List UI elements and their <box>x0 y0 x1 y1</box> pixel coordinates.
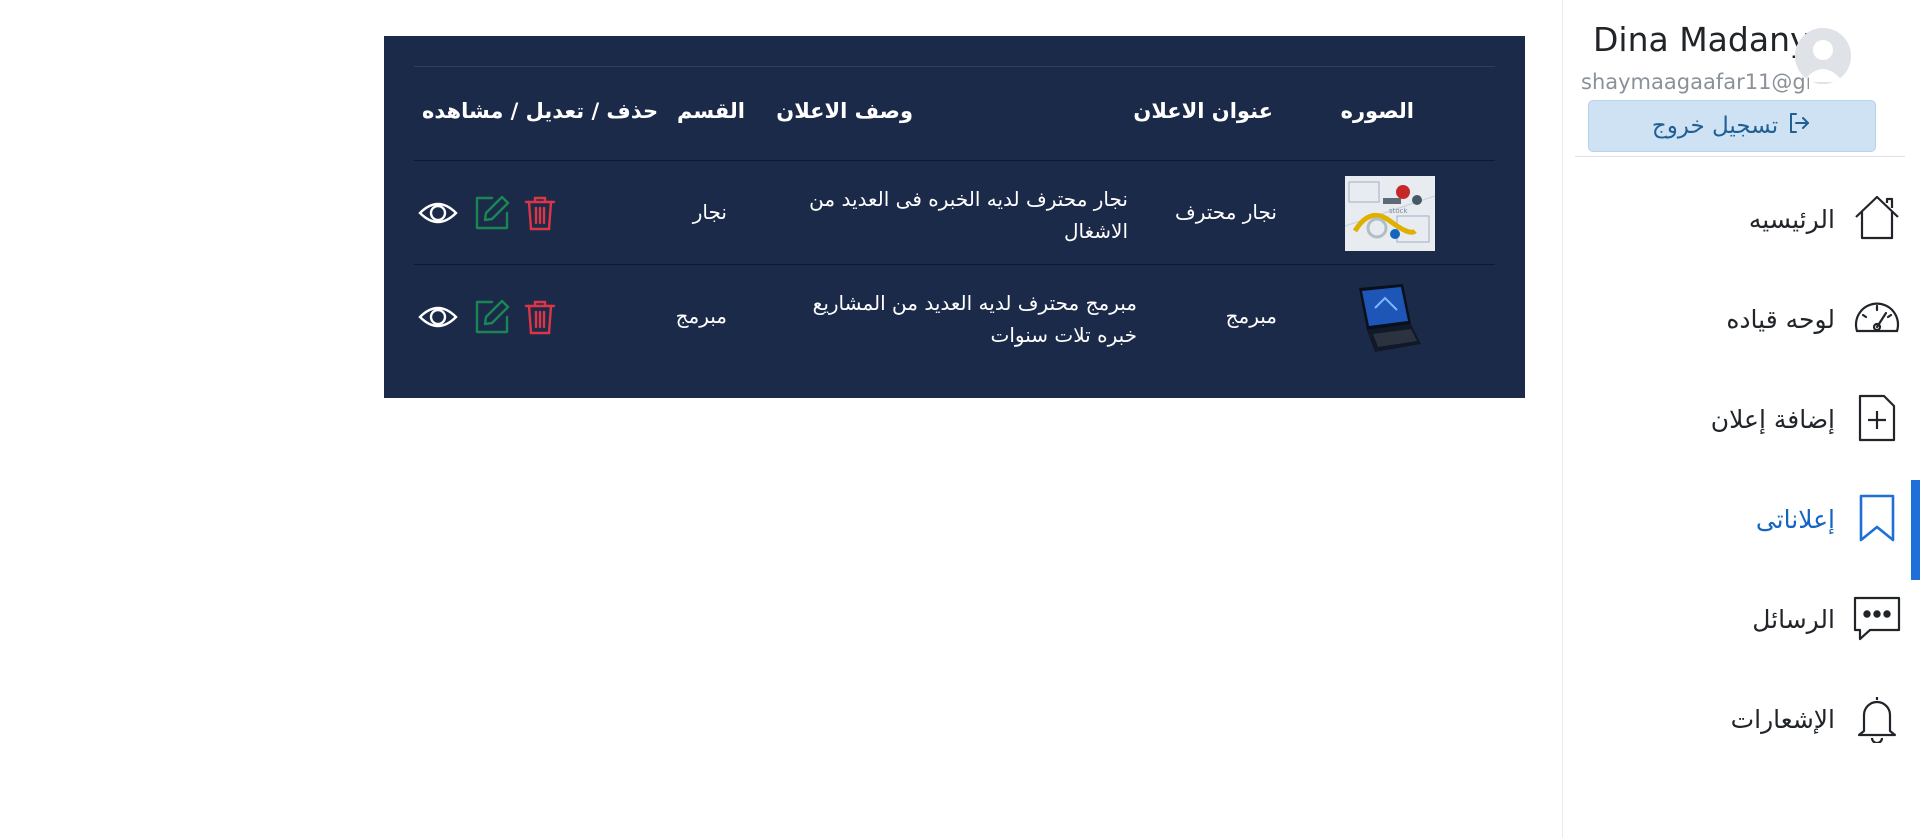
ad-category-cell: مبرمج <box>675 304 727 328</box>
house-icon <box>1852 193 1902 243</box>
header-description: وصف الاعلان <box>776 99 913 123</box>
file-plus-icon <box>1852 393 1902 443</box>
eye-icon[interactable] <box>418 297 458 337</box>
edit-icon[interactable] <box>472 193 512 233</box>
sign-out-icon <box>1786 110 1812 142</box>
ad-category-cell: نجار <box>692 200 727 224</box>
ads-table-panel: الصوره عنوان الاعلان وصف الاعلان القسم ح… <box>384 36 1525 398</box>
eye-icon[interactable] <box>418 193 458 233</box>
sidebar-item-messages[interactable]: الرسائل <box>1562 585 1920 665</box>
sidebar-divider <box>1575 156 1905 157</box>
header-category: القسم <box>676 99 745 123</box>
row-actions <box>414 193 574 233</box>
bell-icon <box>1852 693 1902 743</box>
sidebar-item-home[interactable]: الرئيسيه <box>1562 185 1920 265</box>
header-actions: حذف / تعديل / مشاهده <box>422 99 659 123</box>
logout-label: تسجيل خروج <box>1651 113 1779 139</box>
svg-text:stock: stock <box>1389 207 1409 215</box>
trash-icon[interactable] <box>520 193 560 233</box>
ad-image-laptop[interactable] <box>1345 280 1435 355</box>
sidebar-item-label: إعلاناتى <box>1755 505 1835 534</box>
table-header-row: الصوره عنوان الاعلان وصف الاعلان القسم ح… <box>414 67 1495 161</box>
sidebar-item-label: إضافة إعلان <box>1710 405 1835 434</box>
logout-button[interactable]: تسجيل خروج <box>1588 100 1876 152</box>
ad-image-tools[interactable]: stock <box>1345 176 1435 251</box>
ad-description-cell: مبرمج محترف لديه العديد من المشاريع خبره… <box>812 291 1137 347</box>
bookmark-icon <box>1852 493 1902 543</box>
laptop-thumbnail-icon <box>1345 280 1435 355</box>
sidebar: Dina Madany shaymaagaafar11@gmai تسجيل خ… <box>1562 0 1920 838</box>
speedometer-icon <box>1852 293 1902 343</box>
sidebar-item-label: لوحه قياده <box>1726 305 1835 334</box>
tools-thumbnail-icon: stock <box>1345 176 1435 251</box>
table-row: stock نجار محترف نجار محترف لديه الخبره … <box>414 161 1495 265</box>
ad-title-cell: مبرمج <box>1225 304 1277 328</box>
table-row: مبرمج مبرمج محترف لديه العديد من المشاري… <box>414 265 1495 369</box>
row-actions <box>414 297 574 337</box>
chat-dots-icon <box>1852 593 1902 643</box>
header-title: عنوان الاعلان <box>1133 99 1273 123</box>
profile-email: shaymaagaafar11@gmai <box>1581 70 1809 94</box>
profile-name: Dina Madany <box>1593 20 1810 59</box>
sidebar-item-label: الإشعارات <box>1730 705 1835 734</box>
header-image: الصوره <box>1340 99 1414 123</box>
sidebar-item-my-ads[interactable]: إعلاناتى <box>1562 480 1920 580</box>
active-indicator <box>1911 480 1920 580</box>
sidebar-item-add-ad[interactable]: إضافة إعلان <box>1562 385 1920 465</box>
ad-title-cell: نجار محترف <box>1174 200 1277 224</box>
sidebar-item-label: الرسائل <box>1752 605 1835 634</box>
ad-description-cell: نجار محترف لديه الخبره فى العديد من الاش… <box>809 187 1128 243</box>
sidebar-item-dashboard[interactable]: لوحه قياده <box>1562 285 1920 365</box>
sidebar-item-notifications[interactable]: الإشعارات <box>1562 685 1920 765</box>
sidebar-item-label: الرئيسيه <box>1748 205 1835 234</box>
trash-icon[interactable] <box>520 297 560 337</box>
ads-table: الصوره عنوان الاعلان وصف الاعلان القسم ح… <box>414 67 1495 369</box>
edit-icon[interactable] <box>472 297 512 337</box>
